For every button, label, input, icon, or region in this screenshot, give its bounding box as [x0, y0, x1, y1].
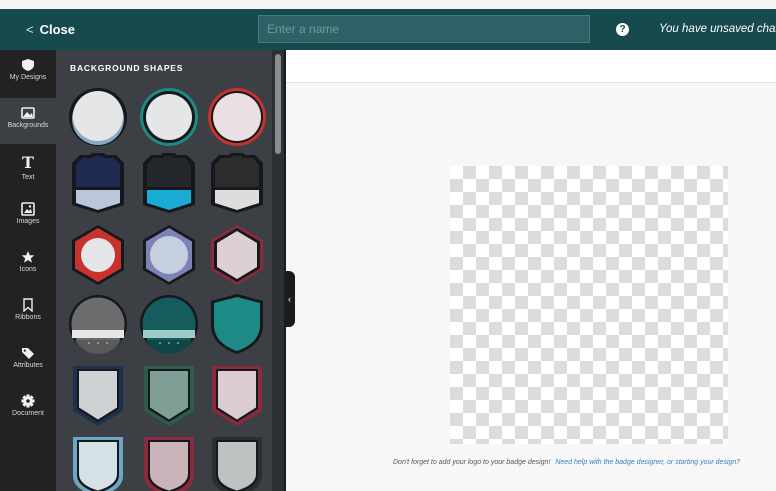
background-shape-shield-gray[interactable]	[207, 436, 267, 491]
sidebar-item-label: Images	[16, 218, 40, 225]
sidebar-item-backgrounds[interactable]: Backgrounds	[0, 98, 56, 144]
background-shape-pennant-maroon[interactable]	[207, 365, 267, 427]
star-icon	[21, 251, 35, 263]
chevron-left-icon: <	[26, 22, 34, 37]
unsaved-changes-status: You have unsaved changes	[659, 23, 776, 35]
sidebar-item-label: Ribbons	[15, 314, 41, 321]
sidebar-item-ribbons[interactable]: Ribbons	[0, 290, 56, 336]
help-link[interactable]: Need help with the badge designer, or st…	[555, 459, 740, 466]
background-shape-hexagon-maroon[interactable]	[207, 224, 267, 286]
text-icon: T	[22, 153, 34, 172]
sidebar-item-label: Icons	[19, 266, 37, 273]
browser-top-strip	[0, 0, 776, 9]
background-shapes-panel: BACKGROUND SHAPES	[56, 50, 272, 491]
sidebar-item-images[interactable]: Images	[0, 194, 56, 240]
sidebar-item-label: Backgrounds	[7, 122, 49, 129]
background-shape-circle-striped-gray[interactable]	[68, 293, 128, 355]
sidebar-item-text[interactable]: T Text	[0, 146, 56, 192]
sidebar-item-label: Document	[12, 410, 44, 417]
footer-note: Don't forget to add your logo to your ba…	[393, 459, 740, 466]
sidebar-item-attributes[interactable]: Attributes	[0, 338, 56, 384]
sidebar-item-label: Attributes	[13, 362, 43, 369]
shield-icon	[22, 59, 34, 71]
background-shape-banner-navy[interactable]	[68, 153, 128, 215]
sidebar-item-label: My Designs	[9, 74, 47, 81]
background-shape-pennant-navy[interactable]	[68, 365, 128, 427]
background-shape-banner-dark[interactable]	[207, 153, 267, 215]
editor-toolbar	[286, 50, 776, 83]
background-shape-circle-red[interactable]	[207, 86, 267, 148]
tool-sidebar: My Designs Backgrounds T Text Images Ico…	[0, 50, 56, 491]
background-shape-shield-light-blue[interactable]	[68, 436, 128, 491]
help-icon[interactable]: ?	[616, 23, 629, 36]
background-shape-hexagon-purple[interactable]	[139, 224, 199, 286]
panel-title: BACKGROUND SHAPES	[70, 63, 184, 73]
background-shape-shield-mauve[interactable]	[139, 436, 199, 491]
logo-reminder-text: Don't forget to add your logo to your ba…	[393, 459, 551, 466]
background-shape-banner-blue[interactable]	[139, 153, 199, 215]
background-shape-circle-striped-teal[interactable]	[139, 293, 199, 355]
background-shape-circle-gray[interactable]	[68, 86, 128, 148]
background-shape-hexagon-red[interactable]	[68, 224, 128, 286]
sidebar-item-document[interactable]: Document	[0, 386, 56, 432]
design-name-input[interactable]	[258, 15, 590, 43]
sidebar-item-my-designs[interactable]: My Designs	[0, 50, 56, 96]
close-button[interactable]: < Close	[26, 9, 75, 50]
collapse-panel-button[interactable]: ‹	[284, 271, 295, 327]
top-bar: < Close ? You have unsaved changes	[0, 9, 776, 50]
sidebar-item-icons[interactable]: Icons	[0, 242, 56, 288]
gear-icon	[21, 394, 35, 408]
image-icon	[21, 107, 35, 119]
tag-icon	[22, 348, 34, 359]
bookmark-icon	[23, 298, 33, 312]
background-shape-shield-teal[interactable]	[207, 293, 267, 355]
badge-canvas[interactable]	[450, 166, 728, 444]
background-shape-pennant-green[interactable]	[139, 365, 199, 427]
picture-icon	[21, 202, 35, 216]
sidebar-item-label: Text	[21, 174, 35, 181]
panel-scrollbar[interactable]	[272, 50, 284, 491]
background-shape-circle-teal[interactable]	[139, 86, 199, 148]
scrollbar-thumb[interactable]	[275, 54, 281, 154]
close-label: Close	[39, 22, 75, 37]
